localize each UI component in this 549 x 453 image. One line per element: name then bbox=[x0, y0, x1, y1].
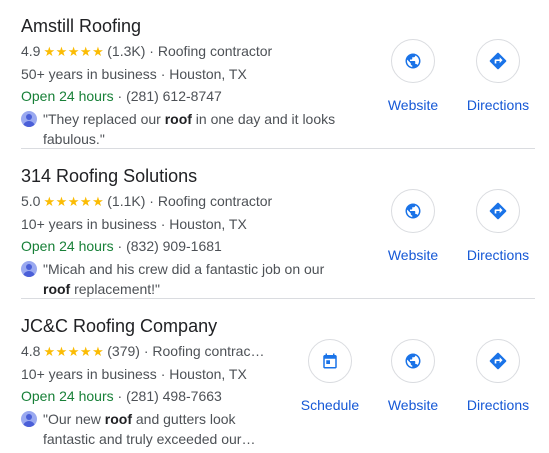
website-button[interactable]: Website bbox=[373, 189, 453, 265]
rating-stars: ★★★★★ bbox=[43, 44, 105, 59]
separator: · bbox=[149, 193, 154, 209]
separator: · bbox=[117, 388, 123, 404]
separator: · bbox=[117, 238, 123, 254]
years-line: 10+ years in business · Houston, TX bbox=[21, 213, 351, 235]
business-name[interactable]: 314 Roofing Solutions bbox=[21, 164, 351, 188]
directions-button[interactable]: Directions bbox=[458, 339, 538, 415]
business-name[interactable]: Amstill Roofing bbox=[21, 14, 351, 38]
website-label[interactable]: Website bbox=[373, 95, 453, 115]
schedule-button[interactable]: Schedule bbox=[290, 339, 370, 415]
years-line: 50+ years in business · Houston, TX bbox=[21, 63, 351, 85]
directions-circle[interactable] bbox=[476, 189, 520, 233]
review-text: "They replaced our roof in one day and i… bbox=[43, 109, 343, 149]
years-in-business: 10+ years in business bbox=[21, 366, 157, 382]
directions-circle[interactable] bbox=[476, 39, 520, 83]
reviewer-avatar-icon bbox=[21, 261, 37, 277]
rating-value: 5.0 bbox=[21, 193, 41, 209]
hours-line: Open 24 hours · (281) 612-8747 bbox=[21, 85, 351, 107]
hours-line: Open 24 hours · (832) 909-1681 bbox=[21, 235, 351, 257]
directions-button[interactable]: Directions bbox=[458, 39, 538, 115]
schedule-circle[interactable] bbox=[308, 339, 352, 383]
category: Roofing contrac… bbox=[152, 343, 265, 359]
directions-button[interactable]: Directions bbox=[458, 189, 538, 265]
rating-stars: ★★★★★ bbox=[43, 194, 105, 209]
separator: · bbox=[143, 343, 149, 359]
phone-number: (281) 612-8747 bbox=[126, 88, 222, 104]
directions-label[interactable]: Directions bbox=[458, 95, 538, 115]
separator: · bbox=[117, 88, 123, 104]
years-in-business: 50+ years in business bbox=[21, 66, 157, 82]
review-snippet: "Our new roof and gutters look fantastic… bbox=[21, 409, 351, 449]
directions-icon bbox=[489, 202, 507, 220]
listing-info: Amstill Roofing 4.9 ★★★★★ (1.3K) · Roofing… bbox=[21, 14, 351, 149]
website-label[interactable]: Website bbox=[373, 395, 453, 415]
directions-label[interactable]: Directions bbox=[458, 395, 538, 415]
category: Roofing contractor bbox=[157, 193, 273, 209]
review-snippet: "Micah and his crew did a fantastic job … bbox=[21, 259, 351, 299]
reviewer-avatar-icon bbox=[21, 411, 37, 427]
location: Houston, TX bbox=[169, 216, 247, 232]
listing-314-roofing-solutions[interactable]: 314 Roofing Solutions 5.0 ★★★★★ (1.1K) · R… bbox=[0, 150, 549, 300]
rating-value: 4.9 bbox=[21, 43, 41, 59]
reviewer-avatar-icon bbox=[21, 111, 37, 127]
category: Roofing contractor bbox=[157, 43, 273, 59]
phone-number: (281) 498-7663 bbox=[126, 388, 222, 404]
website-label[interactable]: Website bbox=[373, 245, 453, 265]
calendar-icon bbox=[323, 353, 337, 369]
review-text: "Micah and his crew did a fantastic job … bbox=[43, 259, 343, 299]
review-text: "Our new roof and gutters look fantastic… bbox=[43, 409, 263, 449]
phone-number: (832) 909-1681 bbox=[126, 238, 222, 254]
review-count[interactable]: (1.3K) bbox=[107, 43, 145, 59]
review-text-start: "They replaced our bbox=[43, 111, 165, 127]
globe-icon bbox=[405, 353, 421, 369]
separator: · bbox=[160, 366, 166, 382]
directions-icon bbox=[489, 352, 507, 370]
open-status: Open 24 hours bbox=[21, 88, 114, 104]
separator: · bbox=[160, 216, 166, 232]
review-keyword: roof bbox=[43, 281, 71, 297]
review-text-end: replacement!" bbox=[70, 281, 161, 297]
open-status: Open 24 hours bbox=[21, 388, 114, 404]
divider bbox=[21, 298, 535, 299]
review-keyword: roof bbox=[104, 411, 132, 427]
directions-circle[interactable] bbox=[476, 339, 520, 383]
location: Houston, TX bbox=[169, 66, 247, 82]
listing-amstill-roofing[interactable]: Amstill Roofing 4.9 ★★★★★ (1.3K) · Roofing… bbox=[0, 0, 549, 150]
website-circle[interactable] bbox=[391, 39, 435, 83]
globe-icon bbox=[405, 53, 421, 69]
rating-stars: ★★★★★ bbox=[43, 344, 105, 359]
directions-label[interactable]: Directions bbox=[458, 245, 538, 265]
divider bbox=[21, 148, 535, 149]
directions-icon bbox=[489, 52, 507, 70]
schedule-label[interactable]: Schedule bbox=[290, 395, 370, 415]
years-in-business: 10+ years in business bbox=[21, 216, 157, 232]
rating-line: 4.9 ★★★★★ (1.3K) · Roofing contractor bbox=[21, 40, 351, 63]
globe-icon bbox=[405, 203, 421, 219]
review-text-start: "Micah and his crew did a fantastic job … bbox=[43, 261, 325, 277]
website-circle[interactable] bbox=[391, 339, 435, 383]
open-status: Open 24 hours bbox=[21, 238, 114, 254]
review-count[interactable]: (1.1K) bbox=[107, 193, 145, 209]
separator: · bbox=[149, 43, 154, 59]
rating-line: 5.0 ★★★★★ (1.1K) · Roofing contractor bbox=[21, 190, 351, 213]
review-keyword: roof bbox=[164, 111, 192, 127]
rating-value: 4.8 bbox=[21, 343, 41, 359]
website-button[interactable]: Website bbox=[373, 339, 453, 415]
listing-info: 314 Roofing Solutions 5.0 ★★★★★ (1.1K) · R… bbox=[21, 164, 351, 299]
website-circle[interactable] bbox=[391, 189, 435, 233]
location: Houston, TX bbox=[169, 366, 247, 382]
review-snippet: "They replaced our roof in one day and i… bbox=[21, 109, 351, 149]
review-count[interactable]: (379) bbox=[107, 343, 140, 359]
business-name[interactable]: JC&C Roofing Company bbox=[21, 314, 351, 338]
separator: · bbox=[160, 66, 166, 82]
website-button[interactable]: Website bbox=[373, 39, 453, 115]
listing-jcc-roofing-company[interactable]: JC&C Roofing Company 4.8 ★★★★★ (379) · Roo… bbox=[0, 300, 549, 450]
review-text-start: "Our new bbox=[43, 411, 105, 427]
